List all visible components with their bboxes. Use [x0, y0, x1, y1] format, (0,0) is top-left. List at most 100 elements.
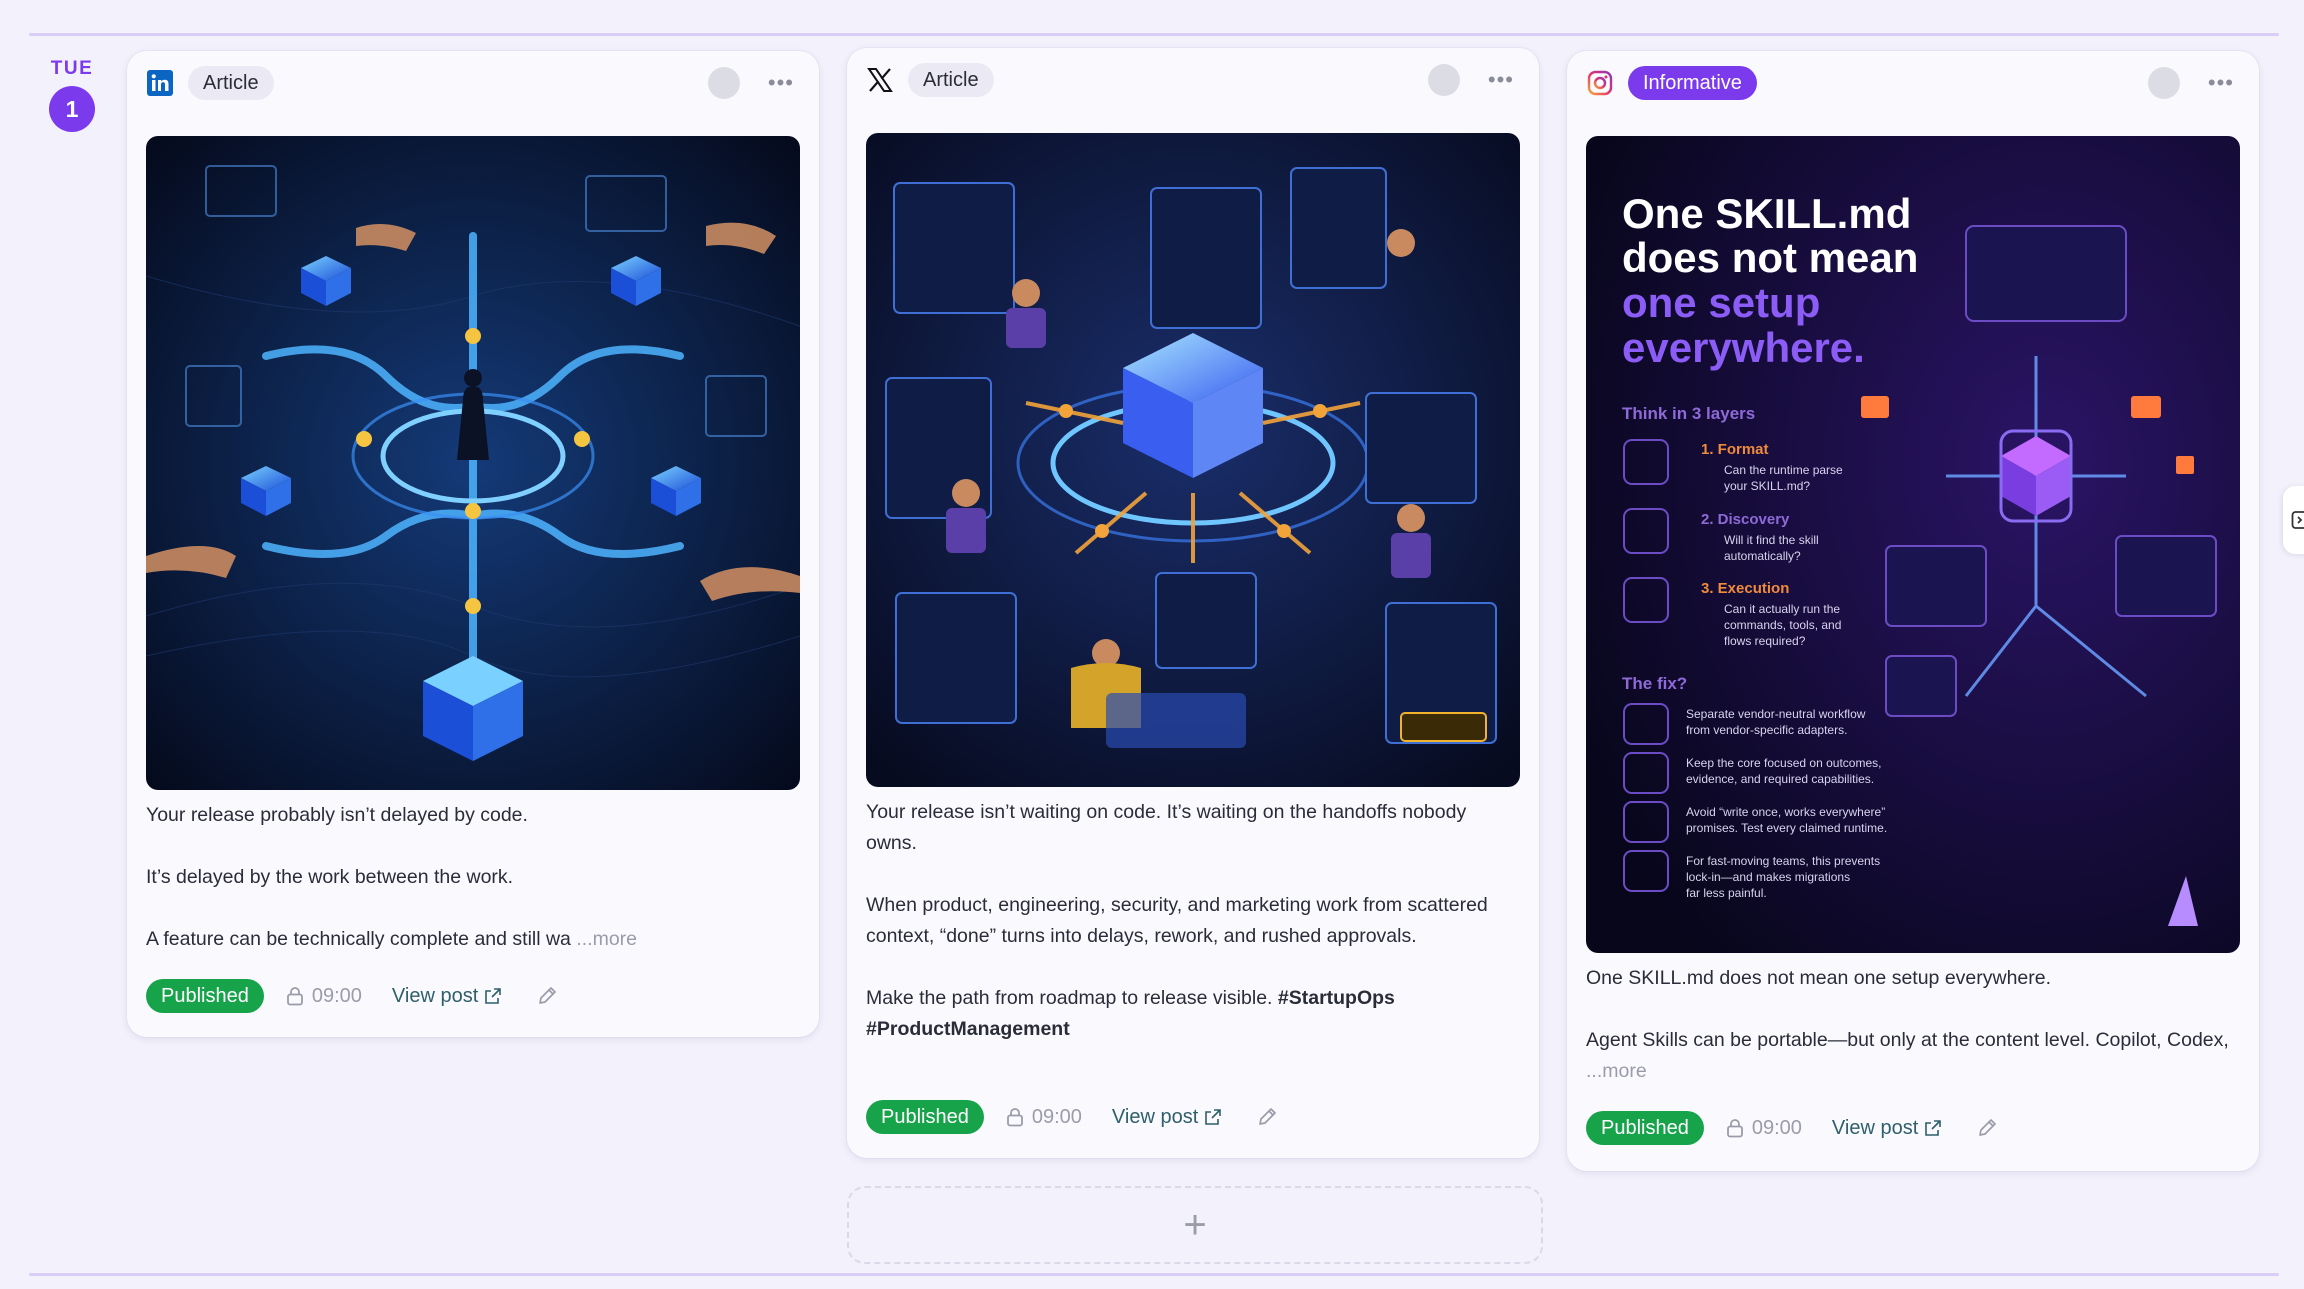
- infographic-headline-3: one setup: [1622, 279, 1820, 326]
- caption-paragraph: One SKILL.md does not mean one setup eve…: [1586, 967, 2052, 989]
- external-link-icon: [485, 988, 502, 1004]
- status-indicator: [1427, 64, 1460, 96]
- lock-icon: [1006, 1108, 1023, 1127]
- lock-icon: [286, 987, 303, 1006]
- caption-text: Agent Skills can be portable—but only at…: [1586, 1029, 2229, 1051]
- edit-button[interactable]: [1256, 1106, 1278, 1128]
- view-post-label: View post: [1111, 1105, 1199, 1128]
- card-footer: Published 09:00 View post: [866, 1099, 1278, 1135]
- x-icon: [866, 66, 894, 94]
- caption-paragraph: Agent Skills can be portable—but only at…: [1586, 1025, 2237, 1087]
- status-indicator: [2147, 67, 2180, 99]
- linkedin-icon: [146, 69, 174, 97]
- post-card-x[interactable]: Article ••• Your release isn’t waiting o…: [847, 48, 1539, 1158]
- infographic-fix-line: Avoid “write once, works everywhere”: [1686, 805, 1885, 819]
- infographic-fix-line: Keep the core focused on outcomes,: [1686, 756, 1881, 770]
- add-post-button[interactable]: +: [847, 1186, 1543, 1264]
- more-options-button[interactable]: •••: [762, 72, 800, 94]
- infographic-desc: automatically?: [1724, 549, 1801, 563]
- infographic-subhead: Think in 3 layers: [1622, 404, 1755, 423]
- card-header: Article •••: [146, 63, 800, 103]
- panel-toggle-icon: [2291, 511, 2304, 529]
- infographic-desc: your SKILL.md?: [1724, 479, 1810, 493]
- schedule-time[interactable]: 09:00: [1006, 1106, 1082, 1129]
- view-post-link[interactable]: View post: [1832, 1117, 1942, 1140]
- published-badge: Published: [1586, 1111, 1704, 1145]
- view-post-link[interactable]: View post: [1112, 1106, 1222, 1129]
- infographic-desc: flows required?: [1724, 634, 1806, 648]
- post-caption: Your release probably isn’t delayed by c…: [146, 800, 797, 955]
- view-post-link[interactable]: View post: [392, 985, 502, 1008]
- external-link-icon: [1925, 1120, 1942, 1136]
- time-label: 09:00: [311, 984, 362, 1007]
- schedule-time[interactable]: 09:00: [286, 985, 362, 1008]
- post-card-instagram[interactable]: Informative ••• One SKILL.md does not me…: [1567, 51, 2259, 1171]
- caption-text: A feature can be technically complete an…: [146, 928, 571, 950]
- post-card-linkedin[interactable]: Article ••• Your release probably isn’t …: [127, 51, 819, 1037]
- edit-button[interactable]: [536, 985, 558, 1007]
- infographic-desc: Can the runtime parse: [1724, 463, 1843, 477]
- view-post-label: View post: [1831, 1116, 1919, 1139]
- caption-paragraph: A feature can be technically complete an…: [146, 924, 797, 955]
- plus-icon: +: [1183, 1202, 1207, 1247]
- more-options-button[interactable]: •••: [2202, 72, 2240, 94]
- caption-paragraph: When product, engineering, security, and…: [866, 894, 1488, 947]
- infographic-fix-line: evidence, and required capabilities.: [1686, 772, 1874, 786]
- infographic-headline-2: does not mean: [1622, 234, 1918, 281]
- published-badge: Published: [146, 979, 264, 1013]
- card-header: Informative •••: [1586, 63, 2240, 103]
- card-footer: Published 09:00 View post: [146, 978, 558, 1014]
- hashtag-link[interactable]: #ProductManagement: [866, 1018, 1070, 1040]
- lock-icon: [1726, 1119, 1743, 1138]
- instagram-icon: [1586, 69, 1614, 97]
- infographic-desc: Will it find the skill: [1724, 533, 1819, 547]
- caption-text: Make the path from roadmap to release vi…: [866, 987, 1273, 1009]
- post-image[interactable]: [866, 133, 1520, 787]
- day-header: TUE 1: [44, 58, 100, 132]
- post-type-badge[interactable]: Informative: [1628, 66, 1757, 100]
- status-indicator: [707, 67, 740, 99]
- time-label: 09:00: [1031, 1105, 1082, 1128]
- side-panel-toggle[interactable]: [2283, 486, 2304, 554]
- workflow-illustration: [146, 136, 800, 790]
- day-number-badge[interactable]: 1: [49, 86, 95, 132]
- day-divider-bottom: [29, 1273, 2279, 1276]
- infographic-headline-4: everywhere.: [1622, 324, 1865, 371]
- post-image[interactable]: [146, 136, 800, 790]
- post-type-badge[interactable]: Article: [188, 66, 274, 100]
- infographic-fix-line: lock-in—and makes migrations: [1686, 870, 1850, 884]
- infographic-headline-1: One SKILL.md: [1622, 190, 1911, 237]
- skill-md-infographic: One SKILL.md does not mean one setup eve…: [1586, 136, 2240, 953]
- more-options-button[interactable]: •••: [1482, 69, 1520, 91]
- read-more-link[interactable]: ...more: [1586, 1060, 1647, 1082]
- infographic-desc: Can it actually run the: [1724, 602, 1840, 616]
- caption-paragraph: Make the path from roadmap to release vi…: [866, 983, 1517, 1045]
- caption-paragraph: Your release probably isn’t delayed by c…: [146, 804, 528, 826]
- post-type-badge[interactable]: Article: [908, 63, 994, 97]
- infographic-fix-line: from vendor-specific adapters.: [1686, 723, 1847, 737]
- pencil-icon: [1259, 1108, 1277, 1125]
- infographic-fix-line: promises. Test every claimed runtime.: [1686, 821, 1887, 835]
- schedule-time[interactable]: 09:00: [1726, 1117, 1802, 1140]
- day-name: TUE: [50, 58, 94, 79]
- infographic-fix-line: Separate vendor-neutral workflow: [1686, 707, 1866, 721]
- infographic-layer-title: 2. Discovery: [1701, 511, 1790, 528]
- card-footer: Published 09:00 View post: [1586, 1110, 1998, 1146]
- post-image[interactable]: One SKILL.md does not mean one setup eve…: [1586, 136, 2240, 953]
- release-hub-illustration: [866, 133, 1520, 787]
- infographic-fix-line: For fast-moving teams, this prevents: [1686, 854, 1880, 868]
- read-more-link[interactable]: ...more: [576, 928, 637, 950]
- hashtag-link[interactable]: #StartupOps: [1278, 987, 1395, 1009]
- day-divider-top: [29, 33, 2279, 36]
- infographic-desc: commands, tools, and: [1724, 618, 1841, 632]
- edit-button[interactable]: [1976, 1117, 1998, 1139]
- infographic-fix-line: far less painful.: [1686, 886, 1767, 900]
- caption-paragraph: It’s delayed by the work between the wor…: [146, 866, 514, 888]
- post-caption: Your release isn’t waiting on code. It’s…: [866, 797, 1517, 1045]
- external-link-icon: [1205, 1109, 1222, 1125]
- published-badge: Published: [866, 1100, 984, 1134]
- pencil-icon: [539, 987, 557, 1004]
- view-post-label: View post: [391, 984, 479, 1007]
- card-header: Article •••: [866, 60, 1520, 100]
- time-label: 09:00: [1751, 1116, 1802, 1139]
